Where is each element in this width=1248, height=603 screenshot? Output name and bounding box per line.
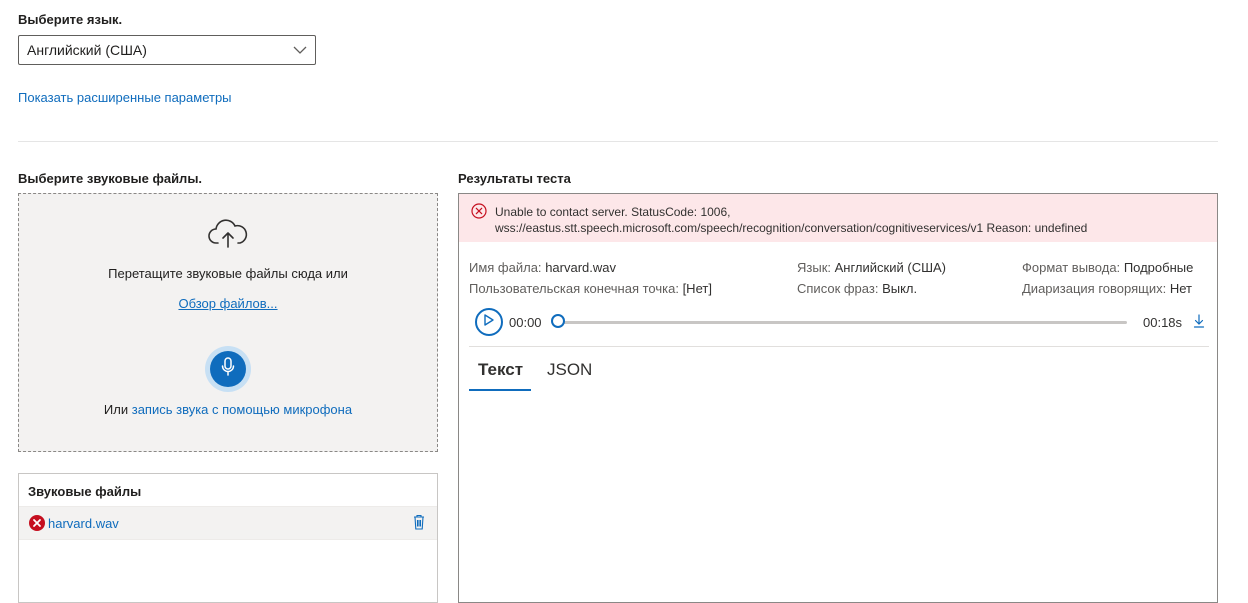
language-label: Выберите язык. (18, 12, 123, 27)
results-panel: Unable to contact server. StatusCode: 10… (458, 193, 1218, 603)
show-advanced-link[interactable]: Показать расширенные параметры (18, 90, 232, 105)
language-select[interactable]: Английский (США) (18, 35, 316, 65)
error-circle-outline-icon (471, 203, 487, 224)
record-microphone-link[interactable]: запись звука с помощью микрофона (132, 402, 352, 417)
error-message-bar: Unable to contact server. StatusCode: 10… (459, 194, 1217, 242)
audio-files-title: Звуковые файлы (28, 484, 142, 499)
language-select-value: Английский (США) (27, 42, 147, 58)
audio-files-panel: Звуковые файлы harvard.wav (18, 473, 438, 603)
drag-text: Перетащите звуковые файлы сюда или (108, 266, 348, 281)
list-item[interactable]: harvard.wav (19, 506, 437, 540)
or-text: Или (103, 402, 129, 417)
player-duration: 00:18s (1143, 315, 1183, 330)
browse-files-link[interactable]: Обзор файлов... (178, 296, 277, 311)
player-seek-thumb[interactable] (551, 314, 565, 328)
play-button[interactable] (475, 308, 503, 336)
download-icon[interactable] (1193, 313, 1205, 334)
player-current-time: 00:00 (509, 315, 542, 330)
play-icon (484, 313, 494, 331)
audio-file-link[interactable]: harvard.wav (48, 516, 119, 531)
active-tab-indicator (469, 389, 531, 391)
player-separator (469, 346, 1209, 347)
tab-json[interactable]: JSON (547, 360, 592, 380)
microphone-icon (221, 356, 235, 382)
trash-icon[interactable] (413, 514, 425, 535)
section-divider (18, 141, 1218, 142)
meta-language: Язык: Английский (США) (797, 260, 946, 275)
results-title: Результаты теста (458, 171, 571, 186)
meta-file-name: Имя файла: harvard.wav (469, 260, 616, 275)
meta-endpoint: Пользовательская конечная точка: [Нет] (469, 281, 712, 296)
meta-diarization: Диаризация говорящих: Нет (1022, 281, 1192, 296)
error-message: Unable to contact server. StatusCode: 10… (495, 205, 1088, 235)
meta-phrase-list: Список фраз: Выкл. (797, 281, 918, 296)
cloud-upload-icon (19, 218, 437, 255)
tab-text[interactable]: Текст (478, 360, 523, 380)
meta-output-format: Формат вывода: Подробные (1022, 260, 1194, 275)
upload-label: Выберите звуковые файлы. (18, 171, 203, 186)
player-seek-track[interactable] (561, 321, 1127, 324)
audio-dropzone[interactable]: Перетащите звуковые файлы сюда или Обзор… (18, 193, 438, 452)
chevron-down-icon (293, 42, 307, 58)
error-circle-icon (29, 515, 45, 536)
record-microphone-button[interactable] (205, 346, 251, 392)
